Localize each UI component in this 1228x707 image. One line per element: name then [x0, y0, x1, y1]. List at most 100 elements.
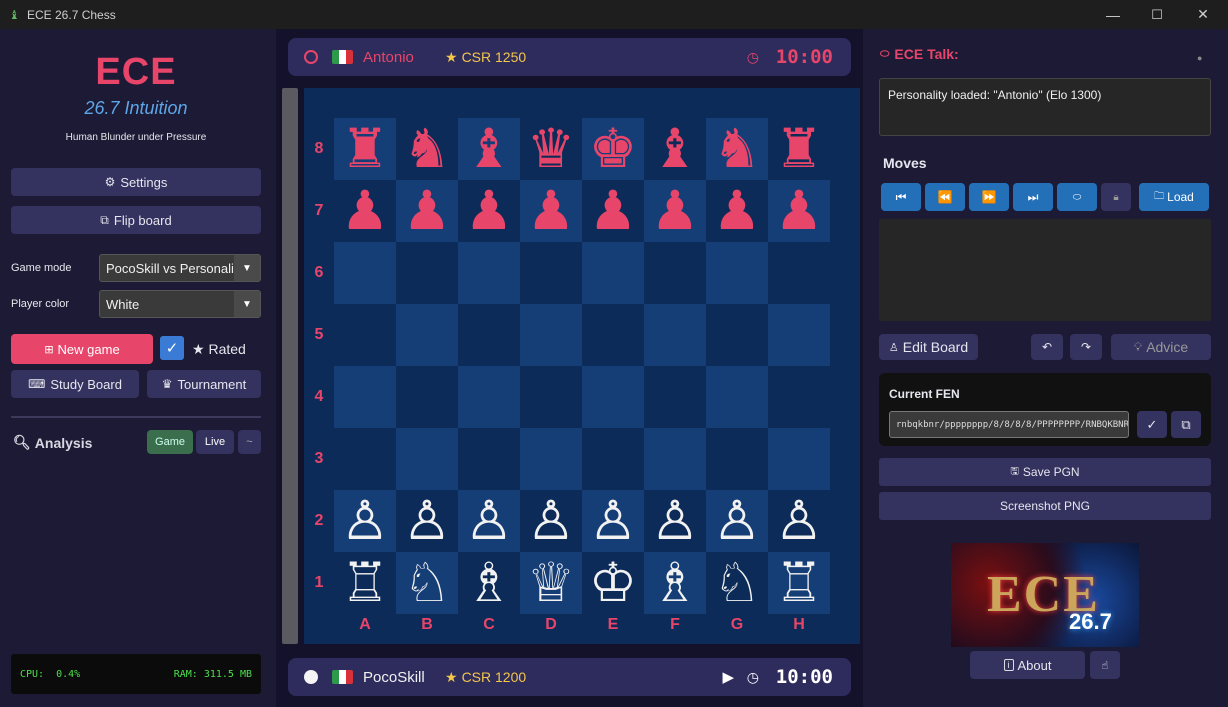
board-square-f2[interactable]: ♙ — [644, 490, 706, 552]
fen-input[interactable]: rnbqkbnr/pppppppp/8/8/8/8/PPPPPPPP/RNBQK… — [889, 411, 1129, 438]
board-square-d3[interactable] — [520, 428, 582, 490]
chess-piece[interactable]: ♙ — [403, 494, 451, 548]
lock-button[interactable]: 🔒︎ — [1101, 183, 1131, 211]
board-square-g3[interactable] — [706, 428, 768, 490]
rated-checkbox[interactable]: ✓ — [160, 336, 184, 360]
board-scrollbar[interactable] — [282, 88, 298, 644]
tournament-button[interactable]: ♛ Tournament — [147, 370, 261, 398]
board-square-e2[interactable]: ♙ — [582, 490, 644, 552]
about-button[interactable]: i About — [970, 651, 1085, 679]
player-color-select[interactable]: White ▼ — [99, 290, 261, 318]
board-square-c6[interactable] — [458, 242, 520, 304]
minimize-button[interactable]: — — [1090, 0, 1136, 29]
board-square-b8[interactable]: ♞ — [396, 118, 458, 180]
analysis-more-toggle[interactable]: ~ — [238, 430, 261, 454]
load-button[interactable]: 🗀 Load — [1139, 183, 1209, 211]
chess-piece[interactable]: ♙ — [713, 494, 761, 548]
board-square-g5[interactable] — [706, 304, 768, 366]
copy-fen-button[interactable]: ⧉ — [1171, 411, 1201, 438]
new-game-button[interactable]: ⊞ New game — [11, 334, 153, 364]
board-square-c7[interactable]: ♟ — [458, 180, 520, 242]
board-square-b5[interactable] — [396, 304, 458, 366]
redo-button[interactable]: ↷ — [1070, 334, 1102, 360]
chess-piece[interactable]: ♗ — [651, 556, 699, 610]
screenshot-png-button[interactable]: Screenshot PNG — [879, 492, 1211, 520]
flip-board-button[interactable]: ⧉ Flip board — [11, 206, 261, 234]
board-square-f6[interactable] — [644, 242, 706, 304]
analysis-live-toggle[interactable]: Live — [196, 430, 234, 454]
board-square-g8[interactable]: ♞ — [706, 118, 768, 180]
chess-piece[interactable]: ♙ — [775, 494, 823, 548]
board-square-e6[interactable] — [582, 242, 644, 304]
board-square-c4[interactable] — [458, 366, 520, 428]
board-square-b2[interactable]: ♙ — [396, 490, 458, 552]
board-square-f4[interactable] — [644, 366, 706, 428]
chess-piece[interactable]: ♟ — [465, 184, 513, 238]
chess-piece[interactable]: ♟ — [775, 184, 823, 238]
chess-piece[interactable]: ♕ — [527, 556, 575, 610]
chess-piece[interactable]: ♖ — [341, 556, 389, 610]
chess-piece[interactable]: ♙ — [589, 494, 637, 548]
board-square-g6[interactable] — [706, 242, 768, 304]
board-square-a5[interactable] — [334, 304, 396, 366]
board-square-e8[interactable]: ♚ — [582, 118, 644, 180]
chess-piece[interactable]: ♟ — [589, 184, 637, 238]
board-square-d1[interactable]: ♕ — [520, 552, 582, 614]
board-square-f3[interactable] — [644, 428, 706, 490]
chess-piece[interactable]: ♟ — [341, 184, 389, 238]
board-square-g7[interactable]: ♟ — [706, 180, 768, 242]
board-square-b4[interactable] — [396, 366, 458, 428]
board-square-a7[interactable]: ♟ — [334, 180, 396, 242]
study-board-button[interactable]: ⌨ Study Board — [11, 370, 139, 398]
chess-piece[interactable]: ♙ — [465, 494, 513, 548]
board-square-f5[interactable] — [644, 304, 706, 366]
apply-fen-button[interactable]: ✓ — [1137, 411, 1167, 438]
board-square-h5[interactable] — [768, 304, 830, 366]
chess-piece[interactable]: ♙ — [341, 494, 389, 548]
board-square-h8[interactable]: ♜ — [768, 118, 830, 180]
analysis-game-toggle[interactable]: Game — [147, 430, 193, 454]
chess-piece[interactable]: ♚ — [589, 122, 637, 176]
close-button[interactable]: ✕ — [1180, 0, 1226, 29]
board-square-h7[interactable]: ♟ — [768, 180, 830, 242]
board-square-h4[interactable] — [768, 366, 830, 428]
board-square-g4[interactable] — [706, 366, 768, 428]
save-pgn-button[interactable]: 🖫 Save PGN — [879, 458, 1211, 486]
chess-piece[interactable]: ♜ — [775, 122, 823, 176]
board-square-a2[interactable]: ♙ — [334, 490, 396, 552]
board-square-b7[interactable]: ♟ — [396, 180, 458, 242]
chess-piece[interactable]: ♙ — [527, 494, 575, 548]
maximize-button[interactable]: ☐ — [1134, 0, 1180, 29]
moves-list[interactable] — [879, 219, 1211, 321]
chess-piece[interactable]: ♔ — [589, 556, 637, 610]
chess-piece[interactable]: ♟ — [651, 184, 699, 238]
chess-piece[interactable]: ♟ — [527, 184, 575, 238]
next-move-button[interactable]: ⏩ — [969, 183, 1009, 211]
board-square-d4[interactable] — [520, 366, 582, 428]
board-square-f8[interactable]: ♝ — [644, 118, 706, 180]
board-square-e7[interactable]: ♟ — [582, 180, 644, 242]
chess-piece[interactable]: ♜ — [341, 122, 389, 176]
chess-piece[interactable]: ♟ — [403, 184, 451, 238]
chess-piece[interactable]: ♞ — [403, 122, 451, 176]
board-square-f1[interactable]: ♗ — [644, 552, 706, 614]
board-square-b6[interactable] — [396, 242, 458, 304]
comment-button[interactable]: ⬭ — [1057, 183, 1097, 211]
chess-piece[interactable]: ♖ — [775, 556, 823, 610]
board-square-e5[interactable] — [582, 304, 644, 366]
board-square-c2[interactable]: ♙ — [458, 490, 520, 552]
board-square-c1[interactable]: ♗ — [458, 552, 520, 614]
pointer-button[interactable]: ☝ — [1090, 651, 1120, 679]
settings-button[interactable]: ⚙ Settings — [11, 168, 261, 196]
board-square-h3[interactable] — [768, 428, 830, 490]
board-square-d8[interactable]: ♛ — [520, 118, 582, 180]
board-square-g2[interactable]: ♙ — [706, 490, 768, 552]
board-square-f7[interactable]: ♟ — [644, 180, 706, 242]
board-square-a3[interactable] — [334, 428, 396, 490]
board-square-h1[interactable]: ♖ — [768, 552, 830, 614]
chess-piece[interactable]: ♗ — [465, 556, 513, 610]
board-square-c5[interactable] — [458, 304, 520, 366]
board-square-a8[interactable]: ♜ — [334, 118, 396, 180]
chess-piece[interactable]: ♝ — [465, 122, 513, 176]
board-square-a1[interactable]: ♖ — [334, 552, 396, 614]
